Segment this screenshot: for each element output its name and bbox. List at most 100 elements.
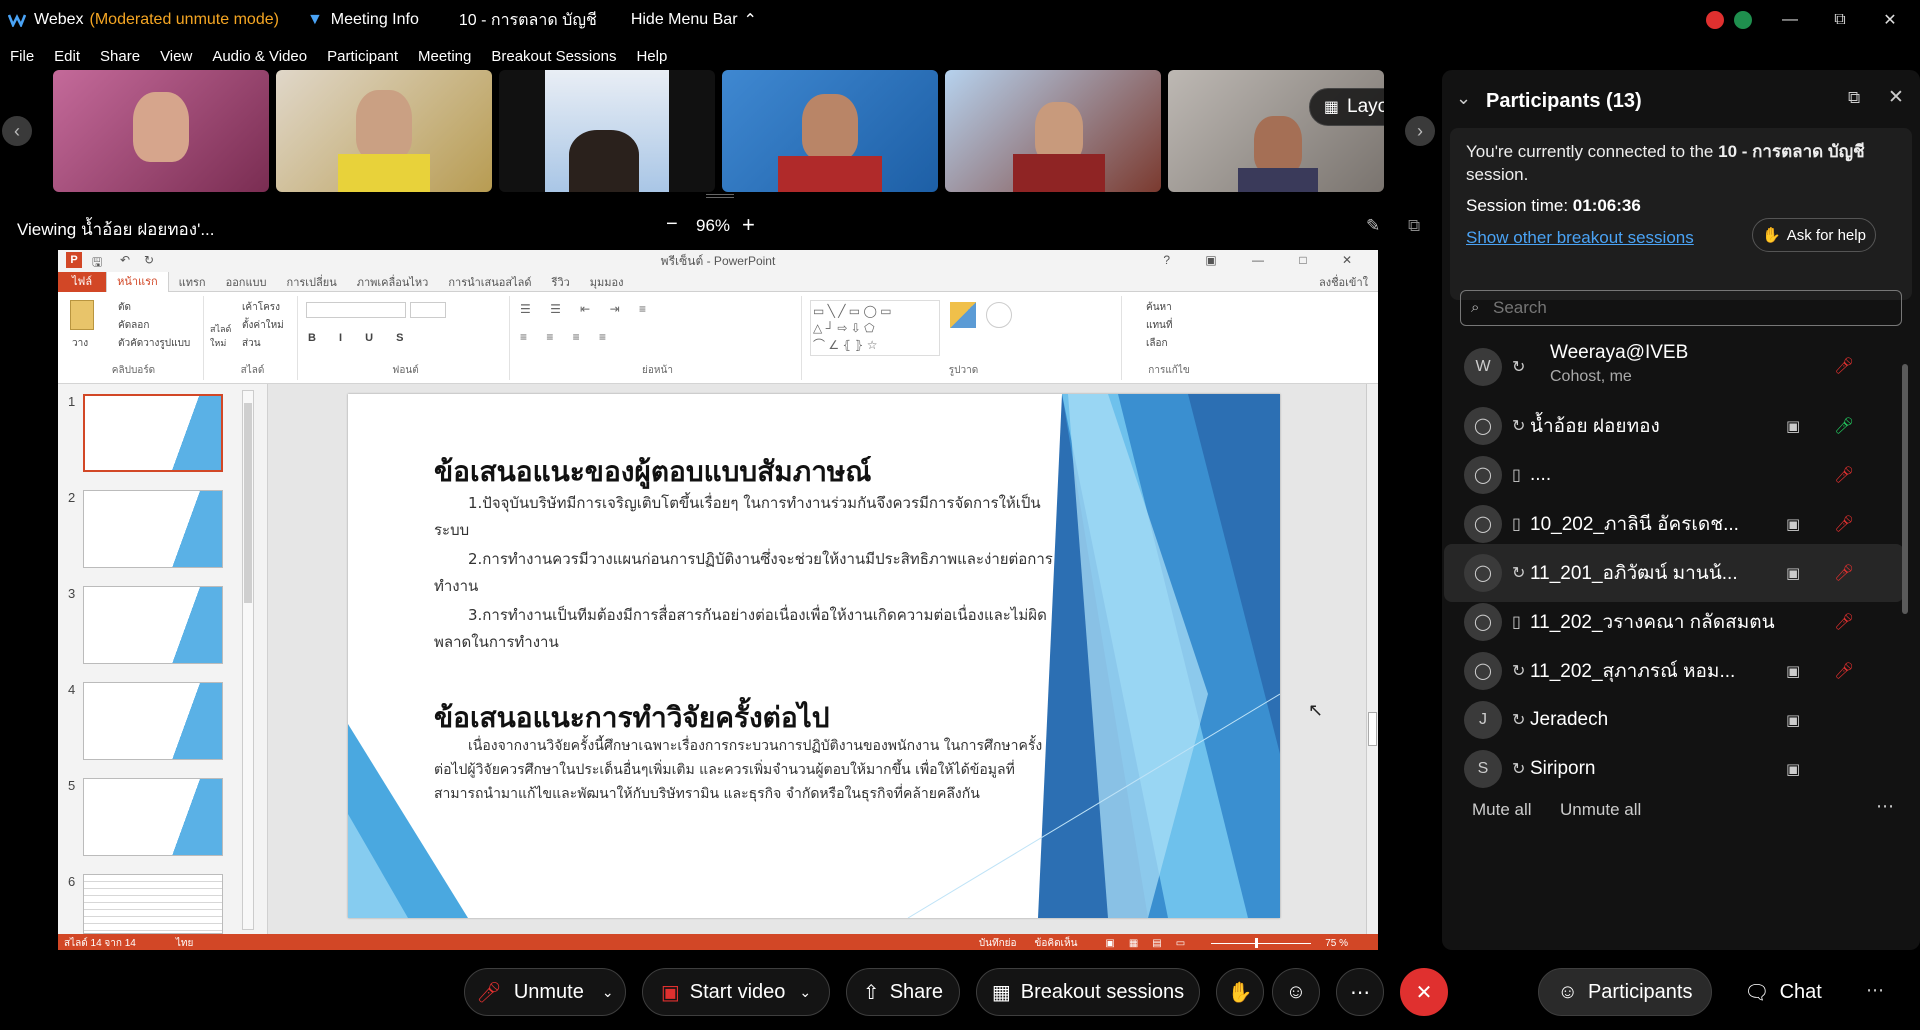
phone-icon: ▯ [1512,467,1521,484]
phone-icon: ▯ [1512,614,1521,631]
participants-button[interactable]: ☺ Participants [1538,968,1712,1016]
new-slide-label: สไลด์ใหม่ [210,324,232,348]
ask-for-help-label: Ask for help [1786,226,1866,244]
title-bar: Webex (Moderated unmute mode) ▼ Meeting … [0,0,1920,40]
video-thumbnail[interactable] [276,70,492,192]
unmute-label: Unmute [513,980,584,1003]
leave-meeting-button[interactable]: ✕ [1400,968,1448,1016]
avatar: J [1464,701,1502,739]
ask-for-help-button[interactable]: ✋ Ask for help [1752,218,1876,252]
sync-icon: ↻ [1512,418,1526,435]
avatar: ◯ [1464,505,1502,543]
video-thumbnail[interactable] [722,70,938,192]
start-video-button[interactable]: ▣ Start video ⌄ [642,968,830,1016]
slide-point-3: 3.การทำงานเป็นทีมต้องมีการสื่อสารกันอย่า… [434,606,1047,651]
menu-meeting[interactable]: Meeting [418,48,471,65]
layout-button[interactable]: ▦ Layout [1309,88,1384,126]
start-video-label: Start video [689,980,786,1003]
video-thumbnail[interactable] [53,70,269,192]
show-other-sessions-link[interactable]: Show other breakout sessions [1466,228,1694,248]
video-thumbnail[interactable]: ▦ Layout [1168,70,1384,192]
ppt-tab-animations: ภาพเคลื่อนไหว [356,276,429,289]
unmute-button[interactable]: 🎤︎ Unmute ⌄ [464,968,626,1016]
video-thumbnail[interactable] [499,70,715,192]
raise-hand-button[interactable]: ✋ [1216,968,1264,1016]
strip-resize-handle[interactable] [706,194,734,198]
collapse-panel-icon[interactable]: ⌄ [1456,88,1471,109]
meeting-info-button[interactable]: ▼ Meeting Info [307,11,419,29]
mic-muted-icon[interactable]: 🎤︎ [1834,563,1854,583]
menu-share[interactable]: Share [100,48,140,65]
menu-audio-video[interactable]: Audio & Video [212,48,307,65]
ppt-ribbon: วาง ตัด คัดลอก ตัวคัดวางรูปแบบ คลิปบอร์ด… [58,292,1378,384]
menu-breakout-sessions[interactable]: Breakout Sessions [491,48,616,65]
more-options-icon[interactable]: ⋯ [1876,796,1894,817]
pop-out-panel-icon[interactable]: ⧉ [1848,88,1860,108]
mic-muted-icon[interactable]: 🎤︎ [1834,514,1854,534]
comments-label: ข้อคิดเห็น [1034,937,1078,949]
search-input[interactable] [1493,297,1893,319]
menu-view[interactable]: View [160,48,192,65]
menu-help[interactable]: Help [636,48,667,65]
video-icon: ▣ [1786,516,1801,533]
ppt-window-title: พรีเซ็นต์ - PowerPoint [660,253,776,268]
chat-button[interactable]: 🗨︎ Chat [1728,968,1838,1016]
avatar-initial: W [1475,358,1491,375]
mic-muted-icon[interactable]: 🎤︎ [1834,356,1854,376]
participant-list-scrollbar[interactable] [1902,350,1910,784]
mic-muted-icon[interactable]: 🎤︎ [1834,612,1854,632]
network-stats-icon[interactable] [1726,10,1760,29]
annotate-icon[interactable]: ✎ [1366,216,1380,236]
share-button[interactable]: ⇧ Share [846,968,960,1016]
ppt-save-icon: 🖫 [92,255,103,269]
close-panel-icon[interactable]: ✕ [1888,86,1904,109]
slide-number: 3 [68,586,76,601]
unmute-all-button[interactable]: Unmute all [1560,800,1641,820]
mute-all-button[interactable]: Mute all [1472,800,1532,820]
mic-muted-icon[interactable]: 🎤︎ [1834,465,1854,485]
viewing-bar: Viewing น้ำอ้อย ฝอยทอง'... − 96% + ✎ ⧉ [0,200,1438,250]
notes-label: บันทึกย่อ [978,937,1017,949]
chevron-down-icon[interactable]: ⌄ [799,984,811,1001]
pop-out-share-icon[interactable]: ⧉ [1408,216,1420,236]
participant-row[interactable]: S ↻ Siriporn ▣ [1444,740,1904,798]
moderated-mode-label: (Moderated unmute mode) [89,11,279,28]
hide-menu-bar-button[interactable]: Hide Menu Bar ⌃ [631,10,757,30]
zoom-out-button[interactable]: − [666,213,678,236]
ppt-group-editing: ค้นหา แทนที่ เลือก การแก้ไข [1126,296,1212,380]
menu-file[interactable]: File [10,48,34,65]
close-window-icon[interactable]: ✕ [1860,10,1920,30]
chevron-down-icon[interactable]: ⌄ [602,984,614,1001]
breakout-sessions-button[interactable]: ▦ Breakout sessions [976,968,1200,1016]
language: ไทย [175,937,194,949]
zoom-in-button[interactable]: + [742,212,755,238]
slide-thumbnail [83,778,223,856]
menu-participant[interactable]: Participant [327,48,398,65]
strip-prev-button[interactable]: ‹ [2,116,32,146]
ribbon-group-label: ฟอนต์ [392,365,419,376]
participant-row[interactable]: W ↻ Weeraya@IVEB Cohost, me 🎤︎ [1444,338,1904,396]
breakout-icon: ▦ [991,981,1011,1004]
participants-panel: ⌄ Participants (13) ⧉ ✕ You're currently… [1442,70,1920,950]
participant-name: Weeraya@IVEB [1550,342,1689,363]
mic-active-icon[interactable]: 🎤︎ [1834,416,1854,436]
restore-icon[interactable]: ⧉ [1820,11,1860,29]
avatar: ◯ [1464,554,1502,592]
more-panels-icon[interactable]: ⋯ [1866,980,1884,1001]
chat-icon: 🗨︎ [1744,981,1770,1004]
app-name: Webex [34,11,84,28]
emoji-icon: ☺ [1285,980,1307,1003]
strip-next-button[interactable]: › [1405,116,1435,146]
slide-thumbnail [83,394,223,472]
reactions-button[interactable]: ☺ [1272,968,1320,1016]
more-options-button[interactable]: ⋯ [1336,968,1384,1016]
mic-muted-icon[interactable]: 🎤︎ [1834,661,1854,681]
video-thumbnail[interactable] [945,70,1161,192]
participant-role: Cohost, me [1550,368,1632,385]
menu-edit[interactable]: Edit [54,48,80,65]
ppt-group-drawing: ▭ ╲ ╱ ▭ ◯ ▭ △ ┘ ⇨ ⇩ ⬠ ⌒ ∠ ⦃ ⦄ ☆ รูปวาด [806,296,1122,380]
participant-search[interactable]: ⌕ [1460,290,1902,326]
minimize-icon[interactable]: — [1760,11,1820,29]
ppt-undo-icon: ↶ [120,253,131,267]
avatar: S [1464,750,1502,788]
